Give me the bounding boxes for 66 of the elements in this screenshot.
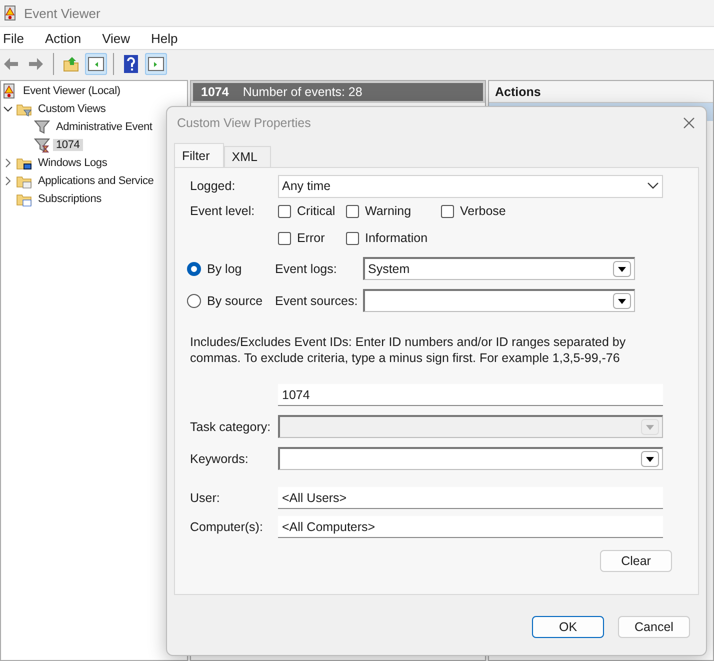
tree-item[interactable]: Applications and Service bbox=[35, 175, 157, 187]
field-label: Event sources: bbox=[275, 294, 358, 308]
radio-label: By source bbox=[207, 294, 263, 308]
filter-icon bbox=[34, 137, 50, 153]
checkbox-label: Error bbox=[297, 231, 325, 245]
actions-header: Actions bbox=[489, 81, 713, 103]
radio-label: By log bbox=[207, 262, 242, 276]
checkbox[interactable] bbox=[278, 204, 291, 218]
event-count: Number of events: 28 bbox=[242, 85, 362, 99]
tree-item[interactable]: 1074 bbox=[53, 139, 83, 151]
view-name: 1074 bbox=[201, 85, 229, 99]
checkbox[interactable] bbox=[346, 232, 359, 244]
tab[interactable]: XML bbox=[224, 146, 272, 167]
checkbox-label: Information bbox=[365, 231, 428, 245]
field-label: User: bbox=[190, 491, 220, 505]
dropdown[interactable] bbox=[278, 447, 663, 470]
tree-item[interactable]: Subscriptions bbox=[35, 193, 104, 205]
field-label: Keywords: bbox=[190, 452, 248, 466]
ok-button[interactable]: OK bbox=[532, 616, 604, 638]
forward-arrow-icon[interactable] bbox=[28, 57, 44, 71]
input-field[interactable]: <All Users> bbox=[278, 487, 663, 509]
chevron-icon[interactable] bbox=[3, 104, 13, 114]
menu-item[interactable]: Help bbox=[148, 30, 188, 46]
checkbox[interactable] bbox=[441, 204, 454, 218]
radio-button[interactable] bbox=[187, 294, 201, 308]
dialog-title: Custom View Properties bbox=[177, 116, 311, 130]
pane-icon[interactable] bbox=[88, 57, 104, 71]
chevron-icon[interactable] bbox=[3, 158, 13, 168]
checkbox[interactable] bbox=[346, 204, 359, 218]
dropdown[interactable] bbox=[363, 289, 635, 312]
filter-icon bbox=[34, 119, 50, 135]
field-label: Logged: bbox=[190, 179, 236, 193]
dropdown[interactable]: System bbox=[363, 257, 635, 280]
checkbox-label: Warning bbox=[365, 204, 412, 218]
chevron-down-icon bbox=[647, 182, 659, 190]
close-icon[interactable] bbox=[683, 117, 695, 129]
checkbox-label: Critical bbox=[297, 204, 336, 218]
event-log-icon bbox=[1, 83, 17, 99]
help-text: Includes/Excludes Event IDs: Enter ID numbers and/or ID ranges separated by commas. To exclude criteria, type a minus sign first. For example 1,3,5-99,-76 bbox=[190, 334, 627, 366]
dropdown[interactable]: Any time bbox=[278, 174, 663, 198]
field-label: Computer(s): bbox=[190, 520, 263, 534]
pane-icon[interactable] bbox=[148, 57, 164, 71]
window-title: Event Viewer bbox=[24, 6, 100, 20]
input-field[interactable]: 1074 bbox=[278, 384, 663, 406]
tree-item[interactable]: Windows Logs bbox=[35, 157, 110, 169]
menu-item[interactable]: View bbox=[99, 30, 140, 46]
field-label: Event logs: bbox=[275, 262, 337, 276]
cancel-button[interactable]: Cancel bbox=[618, 616, 690, 638]
help-icon[interactable] bbox=[124, 55, 138, 73]
menu-item[interactable]: File bbox=[0, 30, 34, 46]
checkbox[interactable] bbox=[278, 232, 291, 244]
tab[interactable]: Filter bbox=[174, 143, 224, 167]
radio-button[interactable] bbox=[187, 262, 201, 276]
back-arrow-icon[interactable] bbox=[3, 57, 19, 71]
tree-item[interactable]: Event Viewer (Local) bbox=[20, 85, 124, 97]
field-label: Event level: bbox=[190, 204, 255, 218]
input-field[interactable]: <All Computers> bbox=[278, 516, 663, 538]
checkbox-label: Verbose bbox=[460, 204, 506, 218]
menu-item[interactable]: Action bbox=[42, 30, 92, 46]
chevron-icon[interactable] bbox=[3, 176, 13, 186]
field-label: Task category: bbox=[190, 420, 271, 434]
tree-item[interactable]: Custom Views bbox=[35, 103, 109, 115]
tree-item[interactable]: Administrative Event bbox=[53, 121, 156, 133]
folder-up-icon[interactable] bbox=[63, 56, 79, 72]
clear-button[interactable]: Clear bbox=[600, 550, 672, 572]
event-log-icon bbox=[2, 5, 18, 21]
